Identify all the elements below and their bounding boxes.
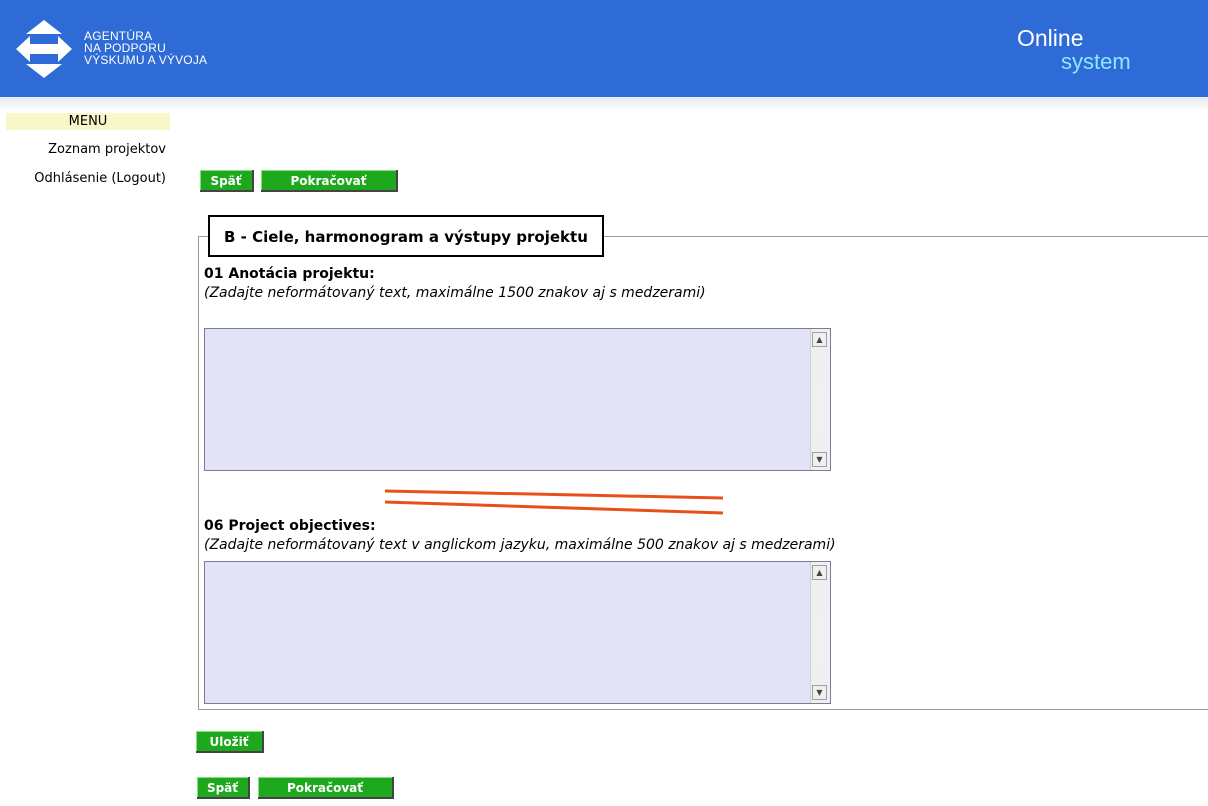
online-label: Online — [1017, 25, 1084, 51]
continue-button-bottom[interactable]: Pokračovať — [258, 777, 394, 799]
annotation-textarea[interactable] — [205, 329, 810, 470]
continue-button-top[interactable]: Pokračovať — [261, 170, 398, 192]
objectives-textarea-container: ▲ ▼ — [204, 561, 831, 704]
objectives-textarea[interactable] — [205, 562, 810, 703]
save-button[interactable]: Uložiť — [196, 731, 264, 753]
org-line-3: VÝSKUMU A VÝVOJA — [84, 53, 208, 67]
orange-strike-lines — [384, 489, 724, 515]
annotation-field-hint: (Zadajte neformátovaný text, maximálne 1… — [204, 285, 706, 301]
scroll-up-arrow-icon[interactable]: ▲ — [812, 332, 827, 347]
sidebar-item-logout[interactable]: Odhlásenie (Logout) — [34, 171, 166, 186]
annotation-textarea-container: ▲ ▼ — [204, 328, 831, 471]
scroll-down-arrow-icon[interactable]: ▼ — [812, 685, 827, 700]
scroll-down-arrow-icon[interactable]: ▼ — [812, 452, 827, 467]
section-b-legend: B - Ciele, harmonogram a výstupy projekt… — [208, 215, 604, 257]
header-shadow — [0, 97, 1208, 111]
back-button-bottom[interactable]: Späť — [197, 777, 250, 799]
organization-name: AGENTÚRA NA PODPORU VÝSKUMU A VÝVOJA — [84, 30, 207, 66]
back-button-top[interactable]: Späť — [200, 170, 254, 192]
annotation-scrollbar[interactable]: ▲ ▼ — [810, 329, 830, 470]
scroll-up-arrow-icon[interactable]: ▲ — [812, 565, 827, 580]
system-label: system — [1061, 49, 1131, 74]
menu-title: MENU — [6, 113, 170, 130]
annotation-field-label: 01 Anotácia projektu: — [204, 266, 375, 282]
objectives-field-hint: (Zadajte neformátovaný text v anglickom … — [204, 537, 836, 553]
objectives-scrollbar[interactable]: ▲ ▼ — [810, 562, 830, 703]
objectives-field-label: 06 Project objectives: — [204, 518, 376, 534]
double-arrow-logo-icon — [16, 20, 72, 78]
header-banner: AGENTÚRA NA PODPORU VÝSKUMU A VÝVOJA Onl… — [0, 0, 1208, 97]
sidebar-item-project-list[interactable]: Zoznam projektov — [48, 142, 166, 157]
